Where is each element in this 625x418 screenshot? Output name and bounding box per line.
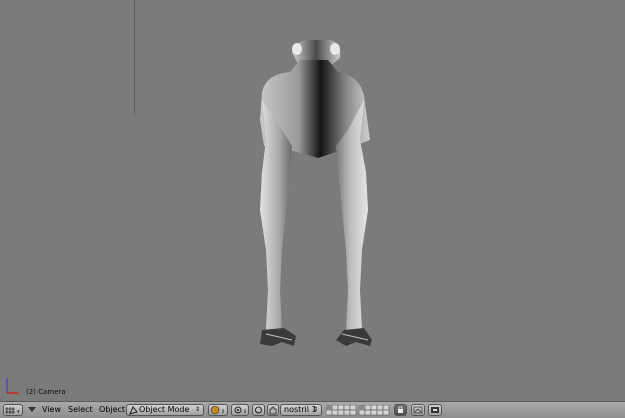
hand-button[interactable] xyxy=(267,404,279,416)
object-mode-icon xyxy=(129,406,138,415)
layer-buttons[interactable] xyxy=(326,405,392,416)
svg-text:⇕: ⇕ xyxy=(243,409,247,415)
pivot-icon: ⇕ xyxy=(234,406,247,415)
creature-model xyxy=(260,40,372,346)
menu-view[interactable]: View xyxy=(42,405,61,415)
mode-label: Object Mode xyxy=(139,405,190,414)
camera-view-button[interactable] xyxy=(428,404,442,416)
lock-icon xyxy=(398,406,403,413)
svg-text:▾: ▾ xyxy=(17,409,20,415)
camera-icon xyxy=(431,407,439,413)
draw-type-button[interactable]: ⇕ xyxy=(208,404,228,416)
layer-field-label: nostril 1 xyxy=(284,405,317,414)
3d-viewport[interactable]: (2) Camera xyxy=(0,0,625,401)
menu-object[interactable]: Object xyxy=(99,405,125,415)
triangle-down-icon[interactable] xyxy=(28,407,36,413)
mode-selector[interactable]: Object Mode ⇕ xyxy=(126,404,204,416)
pivot-button[interactable]: ⇕ xyxy=(231,404,249,416)
editor-type-button[interactable]: ▾ xyxy=(3,404,23,416)
menu-select[interactable]: Select xyxy=(68,405,93,415)
layer-field[interactable]: nostril 1 ⇕ xyxy=(280,404,322,416)
svg-text:⇕: ⇕ xyxy=(221,409,225,415)
manipulator-toggle-button[interactable] xyxy=(252,404,265,416)
circle-target-icon xyxy=(255,406,262,414)
axis-gizmo-icon xyxy=(6,378,18,394)
updown-arrows-icon: ⇕ xyxy=(312,406,318,413)
3d-view-header: ▾ View Select Object Object Mode ⇕ ⇕ ⇕ n… xyxy=(0,401,625,418)
shading-sphere-icon: ⇕ xyxy=(210,405,225,415)
render-icon xyxy=(413,406,423,414)
view-label: (2) Camera xyxy=(26,388,66,396)
hand-icon xyxy=(269,406,277,415)
render-preview-button[interactable] xyxy=(411,404,425,416)
grid-icon: ▾ xyxy=(5,407,20,415)
updown-arrows-icon: ⇕ xyxy=(194,406,200,413)
lock-button[interactable] xyxy=(394,404,407,416)
